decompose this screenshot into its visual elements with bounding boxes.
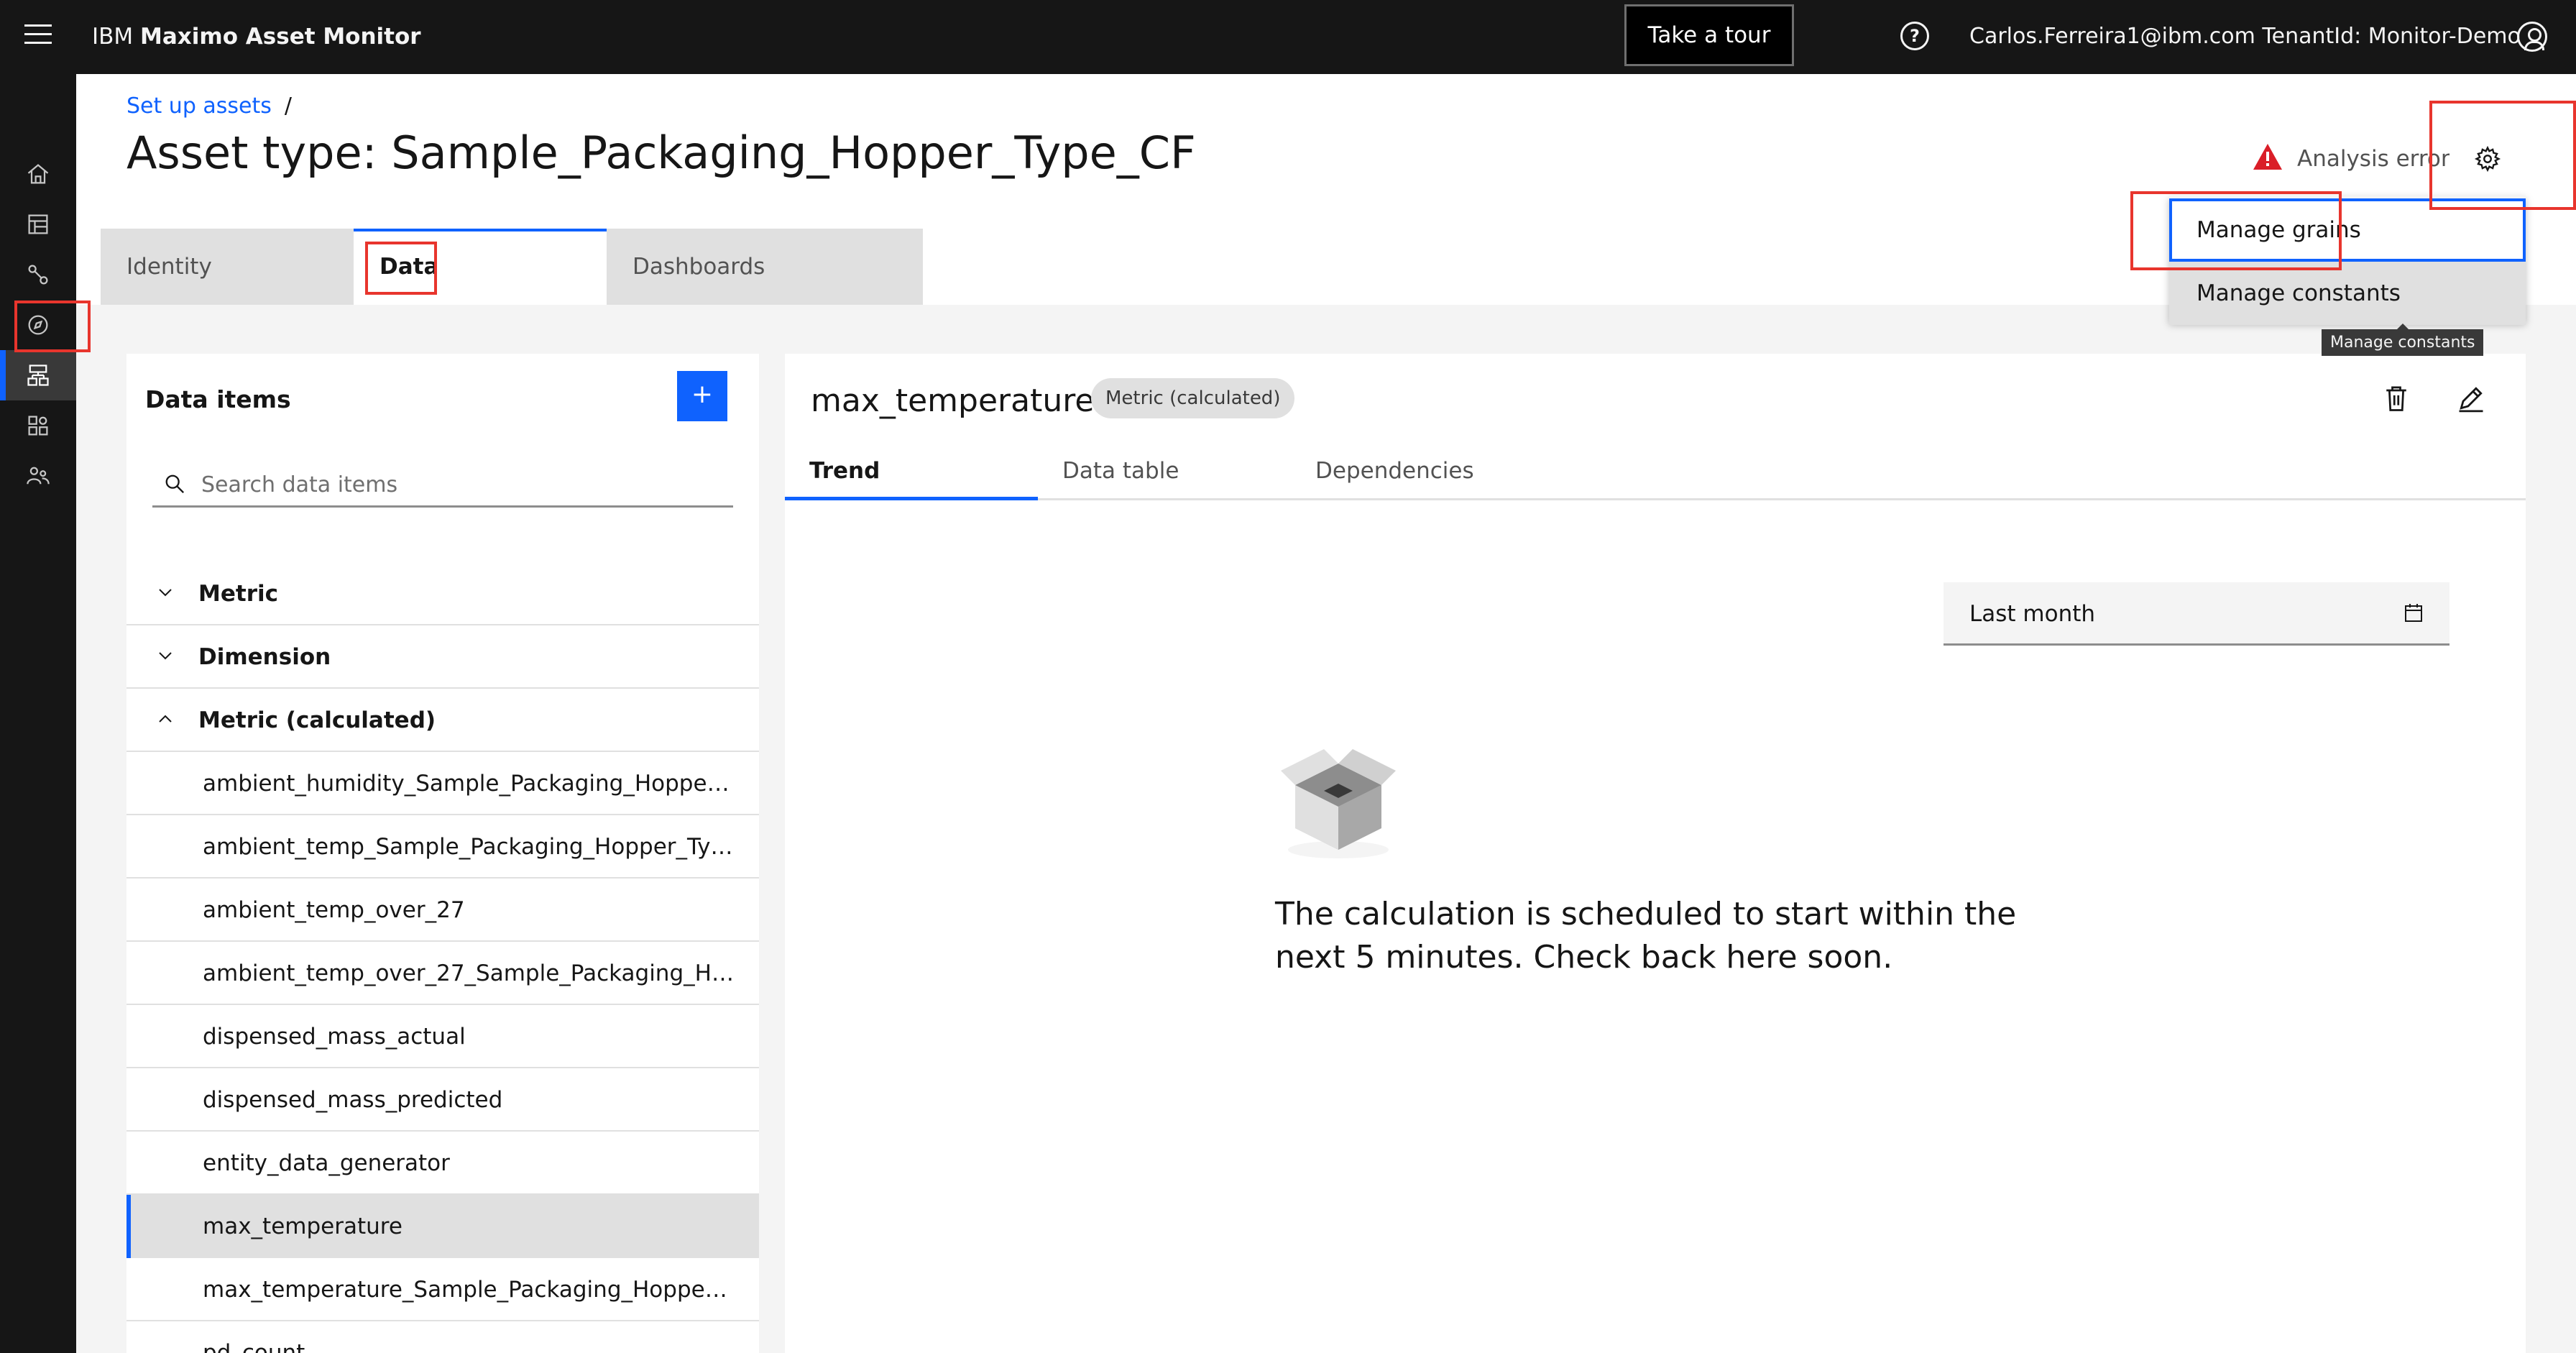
- chevron-down-icon: [159, 589, 172, 597]
- users-icon[interactable]: [0, 451, 76, 501]
- list-item[interactable]: pd_count: [126, 1321, 759, 1353]
- page-title: Asset type: Sample_Packaging_Hopper_Type…: [126, 127, 1196, 179]
- group-label: Metric: [198, 581, 278, 607]
- list-item[interactable]: max_temperature_Sample_Packaging_Hopper_…: [126, 1258, 759, 1321]
- settings-button[interactable]: [2450, 121, 2526, 197]
- chevron-down-icon: [159, 652, 172, 660]
- list-item[interactable]: ambient_humidity_Sample_Packaging_Hopper…: [126, 752, 759, 815]
- chevron-up-icon: [159, 715, 172, 723]
- breadcrumb-separator: /: [284, 93, 292, 119]
- connections-icon[interactable]: [0, 249, 76, 300]
- list-item-label: dispensed_mass_predicted: [203, 1087, 503, 1113]
- analysis-error-status[interactable]: Analysis error: [2297, 146, 2450, 172]
- list-item-label: pd_count: [203, 1340, 305, 1353]
- tab-data[interactable]: Data: [354, 229, 607, 305]
- list-item-label: dispensed_mass_actual: [203, 1024, 466, 1050]
- list-item-label: ambient_humidity_Sample_Packaging_Hopper…: [203, 771, 735, 797]
- data-items-panel: Data items + Metric Dimension Metric (ca…: [126, 354, 759, 1353]
- top-header: IBM Maximo Asset Monitor Take a tour ? C…: [0, 0, 2576, 74]
- menu-item-manage-constants[interactable]: Manage constants: [2169, 262, 2526, 325]
- home-icon[interactable]: [0, 149, 76, 199]
- app-brand[interactable]: IBM Maximo Asset Monitor: [92, 24, 421, 50]
- delete-icon[interactable]: [2380, 382, 2412, 414]
- help-icon[interactable]: ?: [1900, 22, 1929, 50]
- group-label: Dimension: [198, 644, 331, 670]
- empty-box-icon: [1281, 749, 1396, 858]
- list-item-label: max_temperature: [203, 1214, 402, 1239]
- list-item-label: ambient_temp_Sample_Packaging_Hopper_Typ…: [203, 834, 735, 860]
- list-item-label: max_temperature_Sample_Packaging_Hopper_…: [203, 1277, 735, 1303]
- list-item[interactable]: ambient_temp_Sample_Packaging_Hopper_Typ…: [126, 815, 759, 879]
- left-nav-rail: [0, 74, 76, 1353]
- list-item[interactable]: dispensed_mass_predicted: [126, 1068, 759, 1132]
- setup-assets-icon[interactable]: [0, 350, 76, 400]
- edit-icon[interactable]: [2455, 382, 2487, 414]
- list-item[interactable]: entity_data_generator: [126, 1132, 759, 1195]
- list-item-selected[interactable]: max_temperature: [126, 1195, 759, 1258]
- dashboard-icon[interactable]: [0, 199, 76, 249]
- warning-icon: [2253, 144, 2282, 170]
- detail-title: max_temperature: [811, 382, 1095, 419]
- user-info: Carlos.Ferreira1@ibm.com TenantId: Monit…: [1969, 24, 2521, 49]
- brand-prefix: IBM: [92, 24, 134, 50]
- take-a-tour-button[interactable]: Take a tour: [1624, 4, 1794, 66]
- group-label: Metric (calculated): [198, 707, 436, 733]
- user-avatar-icon[interactable]: [2517, 22, 2547, 52]
- list-item-label: ambient_temp_over_27: [203, 897, 465, 923]
- list-item-label: entity_data_generator: [203, 1150, 450, 1176]
- settings-menu: Manage grains Manage constants: [2169, 196, 2526, 325]
- detail-panel: max_temperature Metric (calculated) Tren…: [785, 354, 2526, 1353]
- calendar-icon: [2405, 604, 2422, 622]
- list-item[interactable]: ambient_temp_over_27_Sample_Packaging_Ho…: [126, 942, 759, 1005]
- date-range-picker[interactable]: Last month: [1944, 582, 2450, 646]
- tab-data-table[interactable]: Data table: [1038, 446, 1291, 500]
- empty-state-message: The calculation is scheduled to start wi…: [1275, 896, 2017, 976]
- tab-trend[interactable]: Trend: [785, 446, 1038, 500]
- group-dimension[interactable]: Dimension: [126, 625, 759, 689]
- data-items-title: Data items: [145, 385, 291, 413]
- group-metric-calculated[interactable]: Metric (calculated): [126, 689, 759, 752]
- brand-name: Maximo Asset Monitor: [140, 24, 421, 50]
- tab-dashboards[interactable]: Dashboards: [607, 229, 923, 305]
- compass-icon[interactable]: [0, 300, 76, 350]
- list-item[interactable]: dispensed_mass_actual: [126, 1005, 759, 1068]
- breadcrumb-link[interactable]: Set up assets: [126, 93, 272, 119]
- group-metric[interactable]: Metric: [126, 562, 759, 625]
- search-icon: [165, 474, 185, 494]
- tab-dependencies[interactable]: Dependencies: [1291, 446, 2526, 500]
- gear-icon: [2474, 145, 2501, 173]
- app-grid-icon[interactable]: [0, 400, 76, 451]
- breadcrumb: Set up assets /: [126, 93, 292, 119]
- tab-identity[interactable]: Identity: [101, 229, 354, 305]
- list-item-label: ambient_temp_over_27_Sample_Packaging_Ho…: [203, 960, 735, 986]
- tooltip: Manage constants: [2322, 324, 2484, 356]
- date-range-value: Last month: [1969, 601, 2096, 627]
- hamburger-menu-icon[interactable]: [24, 24, 52, 49]
- search-input[interactable]: [201, 470, 719, 499]
- add-data-item-button[interactable]: +: [677, 371, 727, 421]
- menu-item-manage-grains[interactable]: Manage grains: [2169, 198, 2526, 262]
- type-tag: Metric (calculated): [1091, 378, 1295, 418]
- list-item[interactable]: ambient_temp_over_27: [126, 879, 759, 942]
- search-field: [152, 466, 733, 508]
